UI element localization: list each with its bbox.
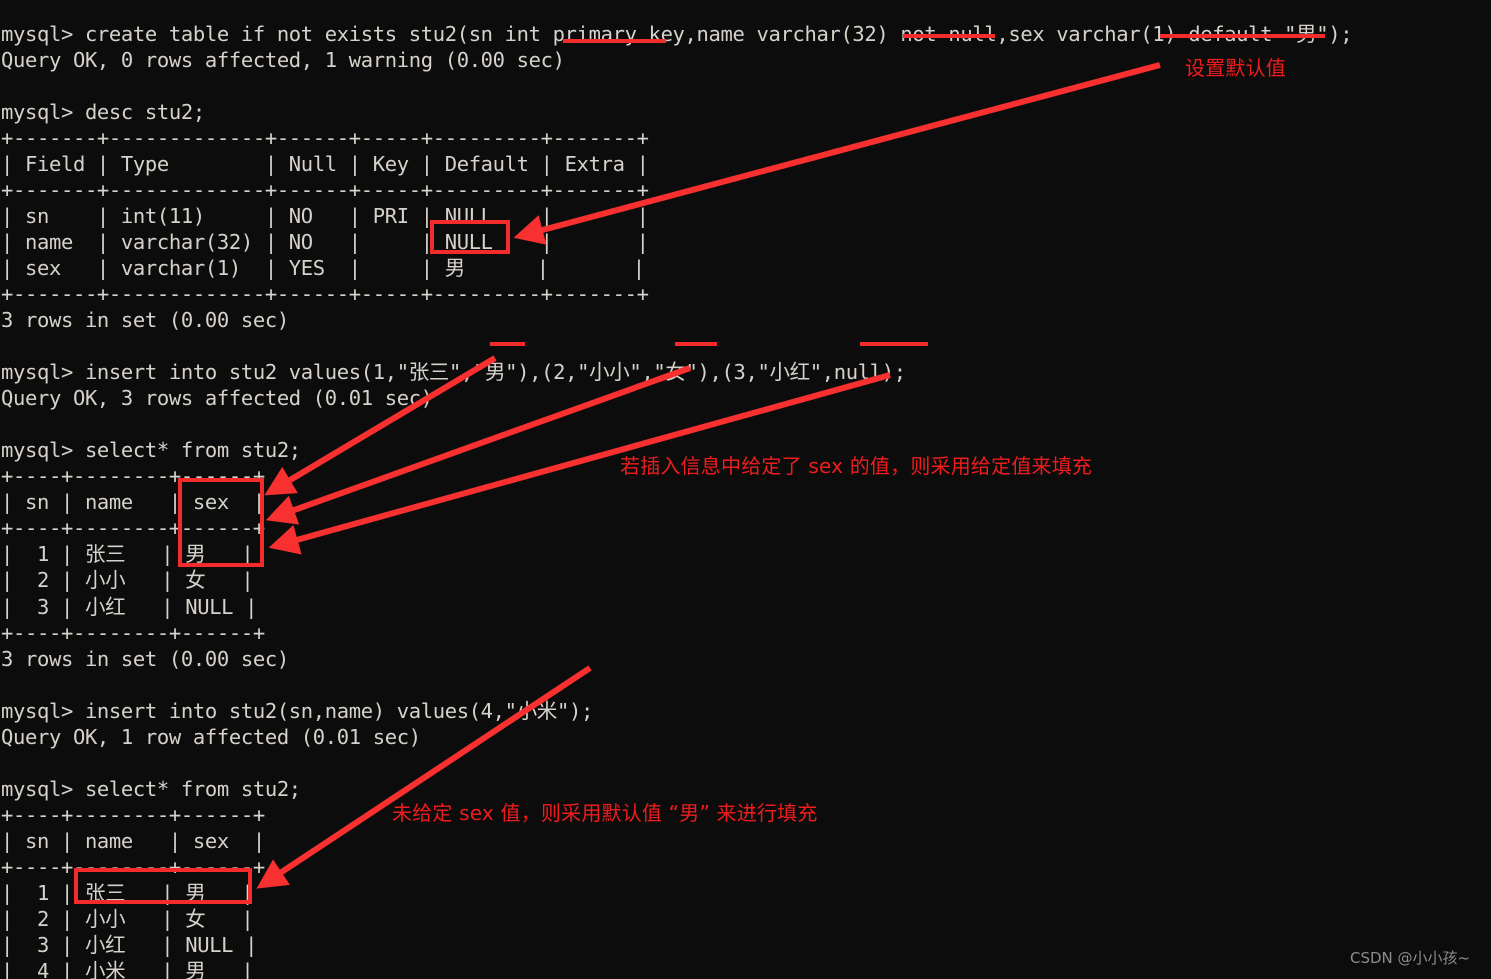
annotation-default-value-label: 未给定 sex 值，则采用默认值 “男” 来进行填充 (392, 801, 818, 825)
terminal-line: | 2 | 小小 | 女 | (1, 907, 254, 932)
terminal-line: Query OK, 3 rows affected (0.01 sec) (1, 386, 433, 411)
terminal-line: 3 rows in set (0.00 sec) (1, 308, 289, 333)
terminal-line: mysql> desc stu2; (1, 99, 205, 124)
terminal-line: mysql> insert into stu2 values(1,"张三","男… (1, 360, 906, 385)
terminal-output: mysql> create table if not exists stu2(s… (0, 21, 1491, 979)
terminal-line: mysql> create table if not exists stu2(s… (1, 21, 1353, 46)
terminal-line: | sn | name | sex | (1, 828, 265, 853)
annotation-set-default-label: 设置默认值 (1185, 56, 1286, 80)
terminal-line: +-------+-------------+------+-----+----… (1, 177, 649, 202)
terminal-line: +----+--------+------+ (1, 620, 265, 645)
csdn-watermark: CSDN @小小孩~ (1350, 949, 1471, 967)
terminal-line: 3 rows in set (0.00 sec) (1, 646, 289, 671)
terminal-screenshot: mysql> create table if not exists stu2(s… (0, 0, 1491, 979)
terminal-line: +----+--------+------+ (1, 855, 265, 879)
annotation-given-value-label: 若插入信息中给定了 sex 的值，则采用给定值来填充 (620, 454, 1093, 478)
terminal-line: | name | varchar(32) | NO | | NULL | | (1, 229, 649, 254)
terminal-line: | sn | name | sex | (1, 490, 265, 515)
terminal-line: | sn | int(11) | NO | PRI | NULL | | (1, 203, 649, 228)
terminal-line: | 3 | 小红 | NULL | (1, 933, 258, 958)
terminal-line: mysql> insert into stu2(sn,name) values(… (1, 698, 593, 723)
terminal-line: | 1 | 张三 | 男 | (1, 542, 254, 567)
terminal-line: | 2 | 小小 | 女 | (1, 568, 254, 593)
terminal-line: +-------+-------------+------+-----+----… (1, 281, 649, 306)
terminal-line: | 3 | 小红 | NULL | (1, 594, 258, 619)
terminal-line: | Field | Type | Null | Key | Default | … (1, 151, 649, 176)
terminal-line: +----+--------+------+ (1, 516, 265, 541)
terminal-line: Query OK, 1 row affected (0.01 sec) (1, 724, 421, 749)
terminal-line: +-------+-------------+------+-----+----… (1, 125, 649, 150)
terminal-line: | 1 | 张三 | 男 | (1, 881, 254, 906)
terminal-line: | 4 | 小米 | 男 | (1, 959, 254, 979)
terminal-line: | sex | varchar(1) | YES | | 男 | | (1, 255, 645, 280)
